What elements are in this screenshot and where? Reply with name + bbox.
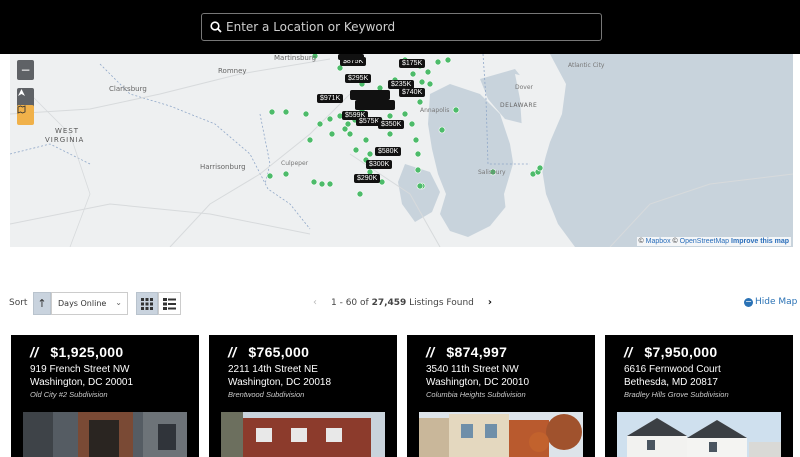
chevron-down-icon: ⌄: [115, 298, 122, 307]
price-marker[interactable]: $300K: [366, 160, 393, 169]
listing-card[interactable]: //$765,000 2211 14th Street NE Washingto…: [209, 335, 397, 457]
listing-street: 2211 14th Street NE: [228, 364, 318, 375]
listing-street: 919 French Street NW: [30, 364, 130, 375]
price-marker-cluster[interactable]: [350, 90, 390, 100]
sort-label: Sort: [9, 298, 28, 308]
next-page-button[interactable]: ›: [488, 297, 492, 308]
price-marker[interactable]: $295K: [345, 74, 372, 83]
map-label: Martinsburg: [274, 54, 317, 62]
top-bar: [0, 0, 800, 54]
listing-photo[interactable]: [617, 412, 781, 457]
map-label: Atlantic City: [568, 62, 605, 69]
listing-price: //$874,997: [426, 344, 508, 360]
price-marker-cluster[interactable]: [355, 100, 395, 110]
listing-street: 3540 11th Street NW: [426, 364, 519, 375]
grid-icon: [141, 297, 153, 310]
openstreetmap-link[interactable]: OpenStreetMap: [680, 238, 729, 245]
previous-page-button[interactable]: ‹: [313, 297, 317, 308]
search-box[interactable]: [201, 13, 602, 41]
list-icon: [163, 297, 176, 310]
map-label: DELAWARE: [500, 102, 538, 109]
minus-circle-icon: −: [744, 297, 753, 307]
list-view-button[interactable]: [158, 292, 181, 315]
map-attribution: © Mapbox © OpenStreetMap Improve this ma…: [636, 237, 791, 246]
map-icon: [17, 105, 26, 114]
sort-select[interactable]: Days Online ⌄: [51, 292, 128, 315]
map-label: WEST: [55, 127, 80, 135]
hide-map-label: Hide Map: [755, 297, 798, 307]
listing-photo[interactable]: [23, 412, 187, 457]
listing-subdivision: Columbia Heights Subdivision: [426, 390, 526, 399]
arrow-up-icon: ↑: [37, 297, 47, 310]
results-toolbar: Sort ↑ Days Online ⌄ ‹ 1 - 60 of 27,459 …: [0, 292, 800, 316]
map-label: Dover: [515, 84, 533, 91]
map-style-button[interactable]: [17, 105, 34, 125]
listing-card[interactable]: //$874,997 3540 11th Street NW Washingto…: [407, 335, 595, 457]
map-label: Romney: [218, 67, 247, 75]
pagination: ‹ 1 - 60 of 27,459 Listings Found ›: [313, 297, 492, 308]
price-marker[interactable]: $580K: [375, 147, 402, 156]
map-label: Salisbury: [478, 169, 506, 176]
map-label: VIRGINIA: [45, 136, 85, 144]
listing-city: Bethesda, MD 20817: [624, 377, 718, 388]
listing-price: //$1,925,000: [30, 344, 124, 360]
grid-view-button[interactable]: [136, 292, 158, 315]
listing-card[interactable]: //$1,925,000 919 French Street NW Washin…: [11, 335, 199, 457]
price-marker[interactable]: $740K: [399, 88, 426, 97]
zoom-out-button[interactable]: −: [17, 60, 34, 80]
map-label: Annapolis: [420, 107, 450, 114]
search-icon: [210, 21, 222, 33]
listing-price: //$7,950,000: [624, 344, 718, 360]
hide-map-link[interactable]: − Hide Map: [744, 297, 797, 307]
search-input[interactable]: [226, 20, 586, 34]
listing-city: Washington, DC 20010: [426, 377, 530, 388]
listing-street: 6616 Fernwood Court: [624, 364, 721, 375]
price-marker[interactable]: $290K: [354, 174, 381, 183]
price-marker-cluster[interactable]: [338, 54, 364, 60]
mapbox-link[interactable]: Mapbox: [646, 238, 671, 245]
listing-photo[interactable]: [419, 412, 583, 457]
price-marker[interactable]: $971K: [317, 94, 344, 103]
listing-city: Washington, DC 20018: [228, 377, 332, 388]
listing-price: //$765,000: [228, 344, 310, 360]
price-marker[interactable]: $350K: [378, 120, 405, 129]
compass-icon: [18, 89, 25, 96]
listing-subdivision: Bradley Hills Grove Subdivision: [624, 390, 729, 399]
listing-card[interactable]: //$7,950,000 6616 Fernwood Court Bethesd…: [605, 335, 793, 457]
pager-range: 1 - 60 of: [331, 297, 369, 308]
listing-subdivision: Old City #2 Subdivision: [30, 390, 108, 399]
listing-city: Washington, DC 20001: [30, 377, 134, 388]
map[interactable]: Romney Clarksburg Martinsburg WEST VIRGI…: [10, 54, 793, 247]
price-marker[interactable]: $175K: [399, 59, 426, 68]
pager-total: 27,459: [371, 297, 407, 308]
pager-suffix: Listings Found: [409, 297, 474, 308]
map-label: Culpeper: [281, 160, 309, 167]
listing-subdivision: Brentwood Subdivision: [228, 390, 305, 399]
map-label: Clarksburg: [109, 85, 147, 93]
listing-photo[interactable]: [221, 412, 385, 457]
sort-direction-button[interactable]: ↑: [33, 292, 51, 315]
sort-select-value: Days Online: [58, 299, 107, 308]
improve-map-link[interactable]: Improve this map: [731, 238, 789, 245]
map-label: Harrisonburg: [200, 163, 246, 171]
